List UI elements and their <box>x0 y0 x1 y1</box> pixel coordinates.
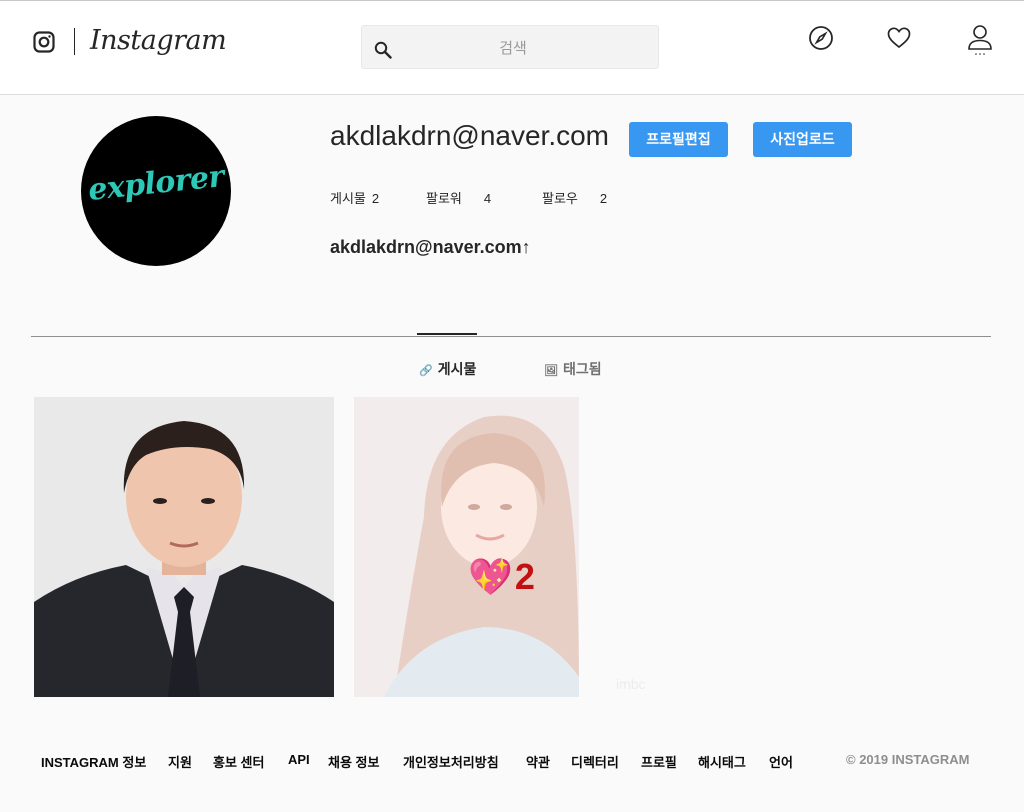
footer-link-about[interactable]: INSTAGRAM 정보 <box>41 752 146 771</box>
user-profile-icon[interactable] <box>966 23 994 55</box>
footer-link-directory[interactable]: 디렉터리 <box>571 752 619 771</box>
stat-followers-label: 팔로워 <box>426 191 462 206</box>
instagram-wordmark[interactable]: Instagram <box>90 25 227 56</box>
footer-link-privacy[interactable]: 개인정보처리방침 <box>403 752 499 771</box>
svg-text:imbc: imbc <box>616 676 646 692</box>
stat-posts-label: 게시물 <box>330 191 366 206</box>
heart-icon[interactable] <box>886 25 912 51</box>
tab-tagged-label: 태그됨 <box>562 361 602 377</box>
footer-link-jobs[interactable]: 채용 정보 <box>328 752 379 771</box>
profile-username: akdlakdrn@naver.com <box>330 120 610 151</box>
avatar-logo-text: explorer <box>86 158 226 209</box>
footer-link-hashtags[interactable]: 해시태그 <box>698 752 746 771</box>
profile-avatar[interactable]: explorer <box>81 116 231 266</box>
sparkle-heart-icon: 💖 <box>468 556 513 597</box>
post-thumbnail[interactable] <box>34 397 334 697</box>
search-input[interactable] <box>396 32 630 64</box>
tab-posts-label: 게시물 <box>437 361 477 377</box>
tab-tagged[interactable]: 🖼 태그됨 <box>544 359 602 379</box>
woman-portrait-photo: imbc <box>354 397 654 697</box>
profile-fullname: akdlakdrn@naver.com↑ <box>330 237 531 257</box>
search-box[interactable] <box>361 25 659 69</box>
footer-link-api[interactable]: API <box>288 752 310 767</box>
footer-copyright: © 2019 INSTAGRAM <box>846 752 970 767</box>
footer-link-support[interactable]: 지원 <box>168 752 192 771</box>
upload-photo-button[interactable]: 사진업로드 <box>753 122 852 157</box>
footer-link-press[interactable]: 홍보 센터 <box>213 752 264 771</box>
footer-link-language[interactable]: 언어 <box>769 752 793 771</box>
stat-following[interactable]: 팔로우 2 <box>542 188 607 207</box>
instagram-camera-icon[interactable] <box>33 31 55 53</box>
post-likes-overlay: 💖2 <box>468 556 535 598</box>
top-navbar: Instagram <box>0 1 1024 95</box>
stat-posts[interactable]: 게시물 2 <box>330 188 379 207</box>
tab-posts[interactable]: 🔗 게시물 <box>419 359 476 379</box>
footer: INSTAGRAM 정보 지원 홍보 센터 API 채용 정보 개인정보처리방침… <box>0 750 1024 774</box>
stat-followers-count: 4 <box>483 191 492 206</box>
compass-icon[interactable] <box>808 25 834 51</box>
logo-divider <box>74 28 75 55</box>
stat-following-count: 2 <box>599 191 608 206</box>
footer-link-terms[interactable]: 약관 <box>526 752 550 771</box>
post-likes-count: 2 <box>514 556 535 597</box>
search-icon <box>374 41 392 59</box>
stat-followers[interactable]: 팔로워 4 <box>426 188 491 207</box>
picture-icon: 🖼 <box>544 365 558 377</box>
tabs-divider <box>31 336 991 337</box>
link-icon: 🔗 <box>419 365 433 377</box>
man-portrait-photo <box>34 397 334 697</box>
edit-profile-button[interactable]: 프로필편집 <box>629 122 728 157</box>
post-thumbnail[interactable]: imbc <box>354 397 654 697</box>
footer-link-profiles[interactable]: 프로필 <box>641 752 677 771</box>
active-tab-indicator <box>417 333 477 335</box>
stat-following-label: 팔로우 <box>542 191 578 206</box>
stat-posts-count: 2 <box>371 191 380 206</box>
